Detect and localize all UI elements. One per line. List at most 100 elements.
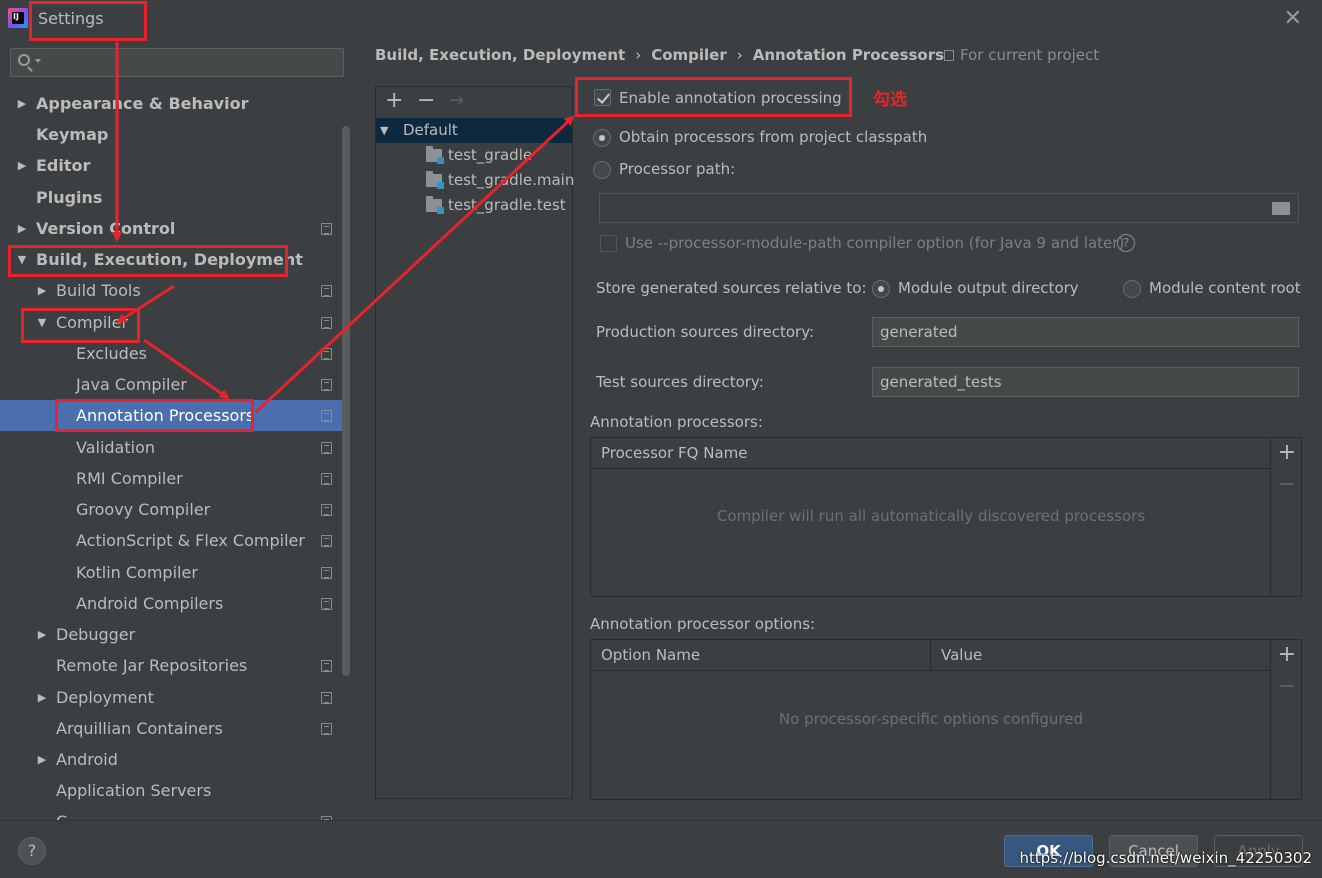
processor-path-label[interactable]: Processor path:	[619, 160, 735, 178]
remove-profile-button[interactable]: −	[417, 88, 435, 114]
module-content-root-radio[interactable]	[1123, 280, 1141, 298]
sidebar-item-keymap[interactable]: Keymap	[0, 119, 344, 150]
module-path-label[interactable]: Use --processor-module-path compiler opt…	[625, 234, 1124, 252]
project-scope-icon	[321, 504, 332, 516]
chevron-down-icon[interactable]: ▼	[380, 118, 388, 143]
test-sources-field[interactable]	[872, 367, 1299, 397]
sidebar-item-java-compiler[interactable]: Java Compiler	[0, 369, 344, 400]
test-sources-input[interactable]	[873, 368, 1298, 396]
watermark-text: https://blog.csdn.net/weixin_42250302	[1019, 849, 1312, 867]
project-scope-icon	[321, 317, 332, 329]
chevron-right-icon[interactable]: ▶	[36, 682, 48, 713]
processor-fq-name-column[interactable]: Processor FQ Name	[591, 438, 1271, 469]
project-scope-icon	[321, 692, 332, 704]
sidebar-item-version-control[interactable]: ▶ Version Control	[0, 213, 344, 244]
sidebar-item-label: Groovy Compiler	[76, 500, 211, 519]
sidebar-item-application-servers[interactable]: Application Servers	[0, 775, 344, 806]
close-icon[interactable]: ✕	[1284, 6, 1302, 31]
search-icon	[18, 54, 30, 66]
chevron-right-icon[interactable]: ▶	[16, 213, 28, 244]
sidebar-item-label: Keymap	[36, 125, 109, 144]
annotation-processors-table: Processor FQ Name Compiler will run all …	[590, 437, 1302, 597]
value-column[interactable]: Value	[931, 640, 1271, 671]
breadcrumb-separator: ›	[635, 46, 642, 64]
processor-path-input[interactable]	[600, 194, 1298, 222]
sidebar-item-label: Java Compiler	[76, 375, 187, 394]
sidebar-item-label: Kotlin Compiler	[76, 563, 198, 582]
chevron-right-icon[interactable]: ▶	[36, 619, 48, 650]
obtain-from-classpath-label[interactable]: Obtain processors from project classpath	[619, 128, 927, 146]
module-content-root-label[interactable]: Module content root	[1149, 279, 1301, 297]
profile-module[interactable]: test_gradle.main	[376, 168, 574, 193]
sidebar-item-android[interactable]: ▶ Android	[0, 744, 344, 775]
sidebar-item-label: Arquillian Containers	[56, 719, 223, 738]
move-to-profile-button[interactable]: →	[449, 88, 464, 114]
annotation-processors-title: Annotation processors:	[590, 413, 763, 431]
project-scope-icon	[321, 473, 332, 485]
sidebar-scrollbar[interactable]	[342, 126, 350, 676]
chevron-right-icon[interactable]: ▶	[16, 150, 28, 181]
option-name-column[interactable]: Option Name	[591, 640, 931, 671]
add-option-button[interactable]: +	[1271, 642, 1303, 667]
table-side-toolbar: + −	[1270, 438, 1302, 596]
profile-default[interactable]: ▼ Default	[376, 118, 572, 143]
module-folder-icon	[426, 171, 444, 189]
folder-icon[interactable]	[1272, 202, 1290, 215]
breadcrumb-item: Compiler	[651, 46, 727, 64]
profile-module[interactable]: test_gradle.test	[376, 193, 572, 218]
profiles-panel: + − → ▼ Default test_gradle test_gradle.…	[375, 86, 574, 799]
add-profile-button[interactable]: +	[385, 88, 403, 114]
sidebar-item-label: Build Tools	[56, 281, 141, 300]
project-scope-icon	[321, 535, 332, 547]
project-scope-icon	[321, 379, 332, 391]
sidebar-item-groovy-compiler[interactable]: Groovy Compiler	[0, 494, 344, 525]
sidebar-item-build-tools[interactable]: ▶ Build Tools	[0, 275, 344, 306]
sidebar-item-plugins[interactable]: Plugins	[0, 182, 344, 213]
sidebar-item-appearance-behavior[interactable]: ▶ Appearance & Behavior	[0, 88, 344, 119]
processor-path-radio[interactable]	[593, 161, 611, 179]
module-output-label[interactable]: Module output directory	[898, 279, 1079, 297]
sidebar-item-android-compilers[interactable]: Android Compilers	[0, 588, 344, 619]
table-header: Processor FQ Name	[591, 438, 1271, 469]
sidebar-item-debugger[interactable]: ▶ Debugger	[0, 619, 344, 650]
intellij-app-icon: IJ	[8, 8, 28, 28]
sidebar-item-c[interactable]: C	[0, 806, 344, 820]
annotation-box	[55, 399, 254, 432]
help-button[interactable]: ?	[18, 837, 46, 865]
obtain-from-classpath-radio[interactable]	[593, 129, 611, 147]
sidebar-item-kotlin-compiler[interactable]: Kotlin Compiler	[0, 557, 344, 588]
sidebar-item-actionscript-flex-compiler[interactable]: ActionScript & Flex Compiler	[0, 525, 344, 556]
sidebar-item-label: Remote Jar Repositories	[56, 656, 248, 675]
sidebar-item-remote-jar-repositories[interactable]: Remote Jar Repositories	[0, 650, 344, 681]
search-input[interactable]	[45, 51, 335, 74]
processor-options-table: Option Name Value No processor-specific …	[590, 639, 1302, 800]
processor-options-title: Annotation processor options:	[590, 615, 816, 633]
sidebar-item-label: Android	[56, 750, 118, 769]
table-side-toolbar: + −	[1270, 640, 1302, 799]
add-processor-button[interactable]: +	[1271, 440, 1303, 465]
sidebar-item-deployment[interactable]: ▶ Deployment	[0, 682, 344, 713]
project-scope-icon	[321, 410, 332, 422]
processor-path-field[interactable]	[599, 193, 1299, 223]
production-sources-field[interactable]	[872, 317, 1299, 347]
chevron-right-icon[interactable]: ▶	[16, 88, 28, 119]
module-path-checkbox[interactable]	[600, 235, 617, 252]
settings-search[interactable]	[10, 48, 344, 77]
chevron-right-icon[interactable]: ▶	[36, 744, 48, 775]
remove-option-button[interactable]: −	[1271, 674, 1303, 699]
sidebar-item-label: Application Servers	[56, 781, 212, 800]
sidebar-item-rmi-compiler[interactable]: RMI Compiler	[0, 463, 344, 494]
sidebar-item-label: C	[56, 806, 67, 820]
module-folder-icon	[426, 146, 444, 164]
sidebar-item-label: Plugins	[36, 188, 103, 207]
help-icon[interactable]: ?	[1117, 234, 1135, 252]
sidebar-item-arquillian-containers[interactable]: Arquillian Containers	[0, 713, 344, 744]
sidebar-item-validation[interactable]: Validation	[0, 432, 344, 463]
profile-module[interactable]: test_gradle	[376, 143, 572, 168]
sidebar-item-editor[interactable]: ▶ Editor	[0, 150, 344, 181]
chevron-right-icon[interactable]: ▶	[36, 275, 48, 306]
remove-processor-button[interactable]: −	[1271, 472, 1303, 497]
module-output-radio[interactable]	[872, 280, 890, 298]
profiles-toolbar: + − →	[376, 87, 572, 117]
production-sources-input[interactable]	[873, 318, 1298, 346]
